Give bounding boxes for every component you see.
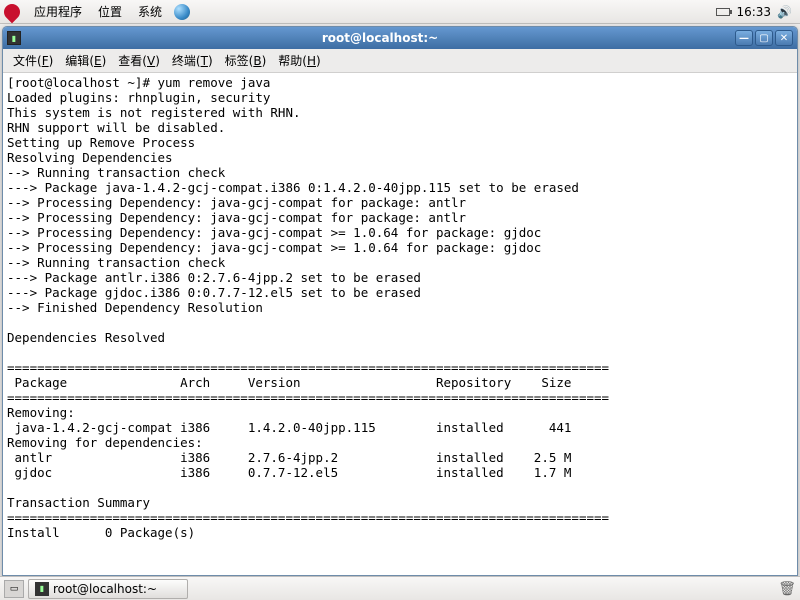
menu-view[interactable]: 查看(V): [112, 52, 166, 69]
show-desktop-button[interactable]: ▭: [4, 580, 24, 598]
titlebar[interactable]: ▮ root@localhost:~ — ▢ ✕: [3, 27, 797, 49]
menubar: 文件(F) 编辑(E) 查看(V) 终端(T) 标签(B) 帮助(H): [3, 49, 797, 73]
globe-icon[interactable]: [174, 4, 190, 20]
window-app-icon: ▮: [7, 31, 21, 45]
close-button[interactable]: ✕: [775, 30, 793, 46]
terminal-icon: ▮: [35, 582, 49, 596]
maximize-button[interactable]: ▢: [755, 30, 773, 46]
menu-help[interactable]: 帮助(H): [272, 52, 326, 69]
menu-file[interactable]: 文件(F): [7, 52, 59, 69]
places-menu[interactable]: 位置: [90, 3, 130, 20]
minimize-button[interactable]: —: [735, 30, 753, 46]
menu-edit[interactable]: 编辑(E): [59, 52, 112, 69]
window-title: root@localhost:~: [25, 31, 735, 45]
taskbar-item-terminal[interactable]: ▮ root@localhost:~: [28, 579, 188, 599]
system-tray: 16:33 🔊: [716, 5, 796, 19]
battery-icon[interactable]: [716, 8, 730, 16]
system-menu[interactable]: 系统: [130, 3, 170, 20]
clock[interactable]: 16:33: [736, 5, 771, 19]
trash-icon[interactable]: 🗑: [778, 581, 796, 597]
top-panel: 应用程序 位置 系统 16:33 🔊: [0, 0, 800, 24]
menu-terminal[interactable]: 终端(T): [166, 52, 219, 69]
terminal-output[interactable]: [root@localhost ~]# yum remove java Load…: [3, 73, 797, 575]
terminal-window: ▮ root@localhost:~ — ▢ ✕ 文件(F) 编辑(E) 查看(…: [2, 26, 798, 576]
menu-tabs[interactable]: 标签(B): [219, 52, 273, 69]
apps-menu[interactable]: 应用程序: [26, 3, 90, 20]
distro-logo-icon[interactable]: [1, 0, 24, 23]
volume-icon[interactable]: 🔊: [777, 5, 792, 19]
bottom-panel: ▭ ▮ root@localhost:~ 🗑: [0, 576, 800, 600]
taskbar-item-label: root@localhost:~: [53, 582, 157, 596]
